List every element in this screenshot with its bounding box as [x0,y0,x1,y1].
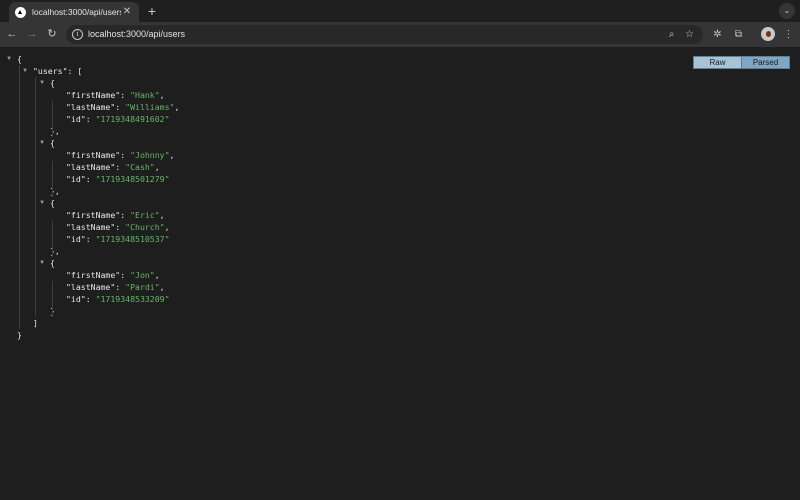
browser-tab[interactable]: localhost:3000/api/users ✕ [9,2,139,22]
zoom-icon[interactable]: ⌕ [665,28,678,41]
json-key: "id" [66,174,86,184]
tab-close-button[interactable]: ✕ [121,6,133,18]
users-caret-icon[interactable]: ▼ [21,65,29,77]
indent-guide [35,77,36,317]
json-punctuation: { [50,258,55,268]
object-caret-icon[interactable]: ▼ [38,197,46,209]
json-key: "id" [66,114,86,124]
indent-guide [52,161,53,197]
avatar[interactable] [761,27,775,41]
forward-icon[interactable]: → [25,27,39,41]
indent-guide [52,281,53,317]
json-key: "lastName" [66,222,116,232]
json-punctuation: : [120,270,131,280]
info-icon[interactable]: i [72,29,83,40]
parsed-button[interactable]: Parsed [741,56,790,69]
browser-toolbar: ← → ↻ i localhost:3000/api/users ⌕ ☆ ✲ ⧉… [0,22,800,47]
json-string-value: "Jon" [130,270,155,280]
root-caret-icon[interactable]: ▼ [5,53,13,65]
json-punctuation: , [154,270,160,280]
json-punctuation: : [85,174,96,184]
view-toggle: Raw Parsed [693,56,790,69]
json-key: "users" [33,66,68,76]
json-string-value: "Eric" [130,210,160,220]
json-punctuation: , [154,162,160,172]
json-punctuation: : [85,114,96,124]
json-punctuation: { [17,54,22,64]
json-punctuation: : [120,90,131,100]
object-caret-icon[interactable]: ▼ [38,257,46,269]
json-punctuation: : [115,102,126,112]
raw-button[interactable]: Raw [693,56,741,69]
json-punctuation: : [115,162,126,172]
json-key: "lastName" [66,162,116,172]
indent-guide [19,65,20,329]
json-punctuation: ] [33,318,38,328]
json-string-value: "Johnny" [130,150,170,160]
reload-icon[interactable]: ↻ [45,27,59,41]
json-string-value: "Williams" [125,102,175,112]
back-icon[interactable]: ← [5,27,19,41]
json-string-value: "Cash" [125,162,155,172]
json-punctuation: { [50,78,55,88]
object-caret-icon[interactable]: ▼ [38,77,46,89]
json-key: "lastName" [66,102,116,112]
tab-strip: localhost:3000/api/users ✕ + ⌄ [0,0,800,22]
json-key: "id" [66,294,86,304]
json-punctuation: , [159,210,165,220]
json-string-value: "Church" [125,222,165,232]
extension-icon[interactable]: ✲ [711,28,724,41]
star-icon[interactable]: ☆ [683,28,696,41]
json-viewer: Raw Parsed ▼{▼ "users": [▼{"firstName": "… [0,47,800,500]
json-punctuation: , [174,102,180,112]
json-punctuation: , [159,90,165,100]
indent-guide [52,101,53,137]
json-string-value: "1719348501279" [95,174,170,184]
json-punctuation: , [169,150,175,160]
json-punctuation: , [159,282,165,292]
json-punctuation: , [164,222,170,232]
json-punctuation: : [120,210,131,220]
puzzle-icon[interactable]: ⧉ [732,28,745,41]
json-string-value: "1719348533209" [95,294,170,304]
json-string-value: "1719348491602" [95,114,170,124]
json-string-value: "1719348510537" [95,234,170,244]
tab-title: localhost:3000/api/users [32,7,121,17]
json-punctuation: : [115,222,126,232]
json-punctuation: : [85,234,96,244]
json-punctuation: : [85,294,96,304]
vercel-triangle-icon [15,6,26,18]
json-key: "firstName" [66,210,121,220]
json-string-value: "Hank" [130,90,160,100]
json-key: "firstName" [66,270,121,280]
indent-guide [52,221,53,257]
json-punctuation: { [50,198,55,208]
address-bar[interactable]: i localhost:3000/api/users ⌕ ☆ [66,25,703,44]
json-key: "firstName" [66,90,121,100]
json-string-value: "Pardi" [125,282,160,292]
menu-icon[interactable]: ⋮ [782,28,795,41]
json-punctuation: : [115,282,126,292]
tab-search-button[interactable]: ⌄ [779,3,795,19]
json-punctuation: : [120,150,131,160]
json-key: "id" [66,234,86,244]
json-key: "lastName" [66,282,116,292]
json-punctuation: } [17,330,22,340]
json-punctuation: { [50,138,55,148]
object-caret-icon[interactable]: ▼ [38,137,46,149]
url-text[interactable]: localhost:3000/api/users [88,28,185,41]
json-punctuation: : [ [67,66,83,76]
new-tab-button[interactable]: + [144,3,160,19]
json-key: "firstName" [66,150,121,160]
